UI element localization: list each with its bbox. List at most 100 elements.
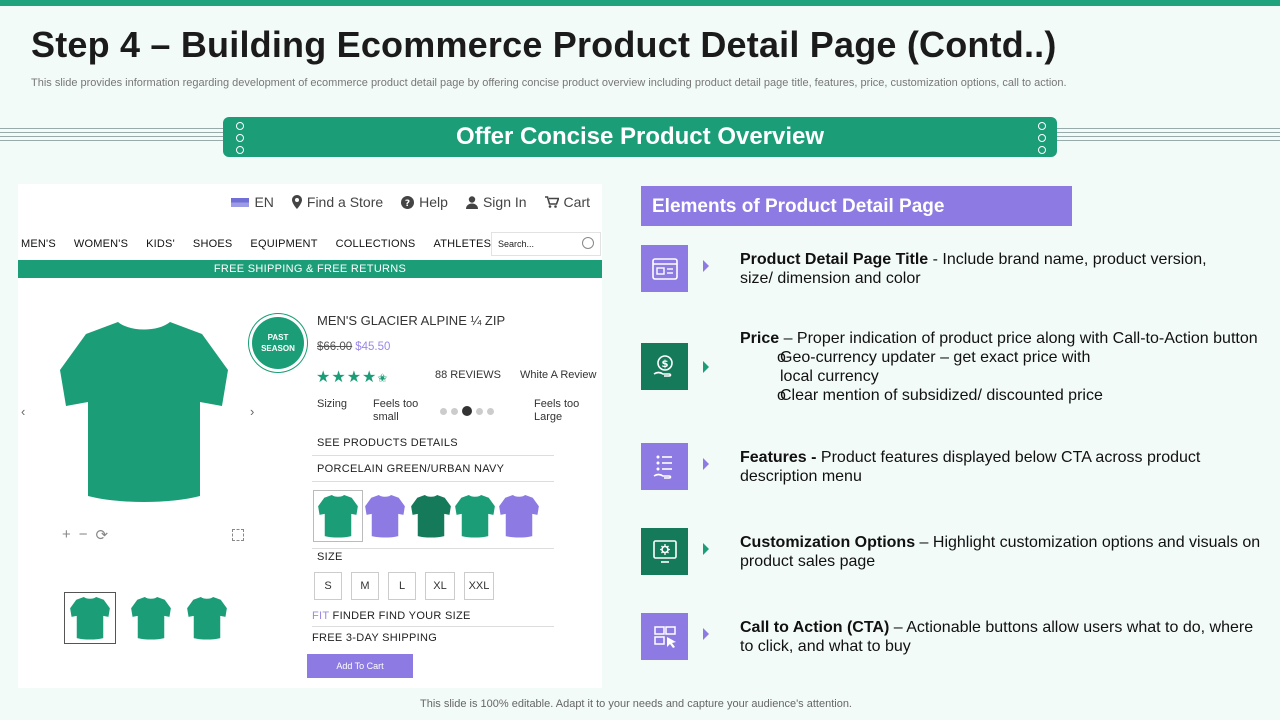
search-input[interactable]: Search...	[491, 232, 601, 256]
cart-link[interactable]: Cart	[544, 194, 590, 210]
size-option-xl[interactable]: XL	[425, 572, 455, 600]
chevron-right-icon	[703, 458, 709, 470]
section-banner: Offer Concise Product Overview	[223, 117, 1057, 157]
nav-item-equipment[interactable]: EQUIPMENT	[250, 238, 317, 250]
fit-finder-text: FINDER FIND YOUR SIZE	[329, 610, 471, 622]
element-title: Call to Action (CTA)	[740, 619, 890, 636]
size-option-xxl[interactable]: XXL	[464, 572, 494, 600]
banner-title: Offer Concise Product Overview	[455, 123, 825, 150]
cart-label: Cart	[563, 194, 590, 210]
color-swatch-3[interactable]	[406, 490, 456, 542]
tshirt-swatch-icon	[365, 494, 405, 538]
thumbnail-2[interactable]	[125, 592, 177, 644]
top-accent-bar	[0, 0, 1280, 6]
color-swatch-1[interactable]	[313, 490, 363, 542]
slide-title: Step 4 – Building Ecommerce Product Deta…	[31, 24, 1057, 65]
image-tools: + − ⟳	[62, 526, 108, 544]
divider	[312, 626, 554, 627]
category-nav: MEN'S WOMEN'S KIDS' SHOES EQUIPMENT COLL…	[21, 238, 509, 250]
product-page-mockup: EN Find a Store ? Help Sign In Cart MEN'…	[18, 184, 602, 688]
hand-dollar-icon: $	[641, 343, 688, 390]
free-shipping-note: FREE 3-DAY SHIPPING	[312, 632, 438, 644]
reviews-count[interactable]: 88 REVIEWS	[435, 369, 501, 381]
tshirt-swatch-icon	[411, 494, 451, 538]
help-label: Help	[419, 194, 448, 210]
find-store-link[interactable]: Find a Store	[291, 194, 383, 210]
nav-item-shoes[interactable]: SHOES	[193, 238, 233, 250]
size-option-s[interactable]: S	[314, 572, 342, 600]
bullet-item: o Geo-currency updater – get exact price …	[740, 348, 1270, 386]
language-selector[interactable]: EN	[231, 194, 274, 210]
badge-line-2: SEASON	[261, 344, 295, 353]
search-placeholder: Search...	[498, 239, 535, 249]
color-swatch-5[interactable]	[494, 490, 544, 542]
sizing-slider[interactable]	[440, 406, 494, 416]
element-title: Product Detail Page Title	[740, 251, 929, 268]
tshirt-swatch-icon	[455, 494, 495, 538]
cta-click-icon	[641, 613, 688, 660]
see-details-link[interactable]: SEE PRODUCTS DETAILS	[317, 437, 458, 449]
element-item-features: Features - Product features displayed be…	[641, 443, 1261, 493]
help-icon: ?	[401, 195, 415, 209]
chevron-right-icon	[703, 361, 709, 373]
past-season-badge: PAST SEASON	[252, 317, 304, 369]
chevron-right-icon	[703, 260, 709, 272]
star-icon: ★	[316, 369, 332, 386]
element-item-price: $ Price – Proper indication of product p…	[641, 330, 1261, 413]
element-title: Features -	[740, 449, 817, 466]
banner-dots-left	[236, 122, 244, 154]
prev-image-arrow[interactable]: ‹	[21, 404, 25, 419]
element-text: Call to Action (CTA) – Actionable button…	[740, 618, 1265, 656]
product-price: $66.00 $45.50	[317, 341, 390, 353]
fit-finder-link[interactable]: FIT FINDER FIND YOUR SIZE	[312, 610, 471, 622]
star-icon: ★	[346, 369, 363, 386]
element-text: Price – Proper indication of product pri…	[740, 329, 1270, 405]
zoom-in-icon[interactable]: +	[62, 526, 71, 544]
nav-item-kids[interactable]: KIDS'	[146, 238, 175, 250]
nav-item-womens[interactable]: WOMEN'S	[74, 238, 128, 250]
tshirt-thumb-icon	[70, 596, 110, 640]
decor-lines-right	[1054, 128, 1280, 144]
color-swatch-4[interactable]	[450, 490, 500, 542]
banner-dots-right	[1038, 122, 1046, 154]
search-icon[interactable]	[582, 237, 594, 249]
tshirt-swatch-icon	[499, 494, 539, 538]
size-option-m[interactable]: M	[351, 572, 379, 600]
divider	[312, 548, 554, 549]
thumbnail-3[interactable]	[181, 592, 233, 644]
nav-item-athletes[interactable]: ATHLETES	[433, 238, 491, 250]
thumbnail-1[interactable]	[64, 592, 116, 644]
element-item-cta: Call to Action (CTA) – Actionable button…	[641, 613, 1261, 663]
half-star-icon: ✬	[377, 371, 389, 385]
sale-price: $45.50	[355, 341, 391, 353]
sign-in-link[interactable]: Sign In	[465, 194, 527, 210]
nav-item-mens[interactable]: MEN'S	[21, 238, 56, 250]
size-option-l[interactable]: L	[388, 572, 416, 600]
fullscreen-icon[interactable]	[232, 529, 244, 541]
color-swatch-2[interactable]	[360, 490, 410, 542]
browser-window-icon	[641, 245, 688, 292]
write-review-link[interactable]: White A Review	[520, 369, 596, 381]
divider	[312, 455, 554, 456]
product-name: MEN'S GLACIER ALPINE ¼ ZIP	[317, 313, 506, 328]
element-text: Customization Options – Highlight custom…	[740, 533, 1265, 571]
nav-item-collections[interactable]: COLLECTIONS	[336, 238, 416, 250]
utility-nav: EN Find a Store ? Help Sign In Cart	[231, 194, 590, 210]
bullet-text: Clear mention of subsidized/ discounted …	[780, 387, 1103, 404]
chevron-right-icon	[703, 628, 709, 640]
zoom-out-icon[interactable]: −	[79, 526, 88, 544]
user-icon	[465, 195, 478, 209]
element-desc: – Proper indication of product price alo…	[779, 330, 1258, 347]
size-label: SIZE	[317, 551, 343, 563]
bullet-text: Geo-currency updater – get exact price w…	[780, 349, 1091, 385]
bullet-mark: o	[777, 387, 786, 404]
next-image-arrow[interactable]: ›	[250, 404, 254, 419]
add-to-cart-button[interactable]: Add To Cart	[307, 654, 413, 678]
customize-monitor-icon	[641, 528, 688, 575]
sizing-large-label: Feels too Large	[534, 398, 580, 423]
help-link[interactable]: ? Help	[401, 194, 448, 210]
language-label: EN	[254, 194, 274, 210]
element-title: Customization Options	[740, 534, 916, 551]
tshirt-thumb-icon	[131, 596, 171, 640]
rotate-icon[interactable]: ⟳	[96, 526, 109, 544]
